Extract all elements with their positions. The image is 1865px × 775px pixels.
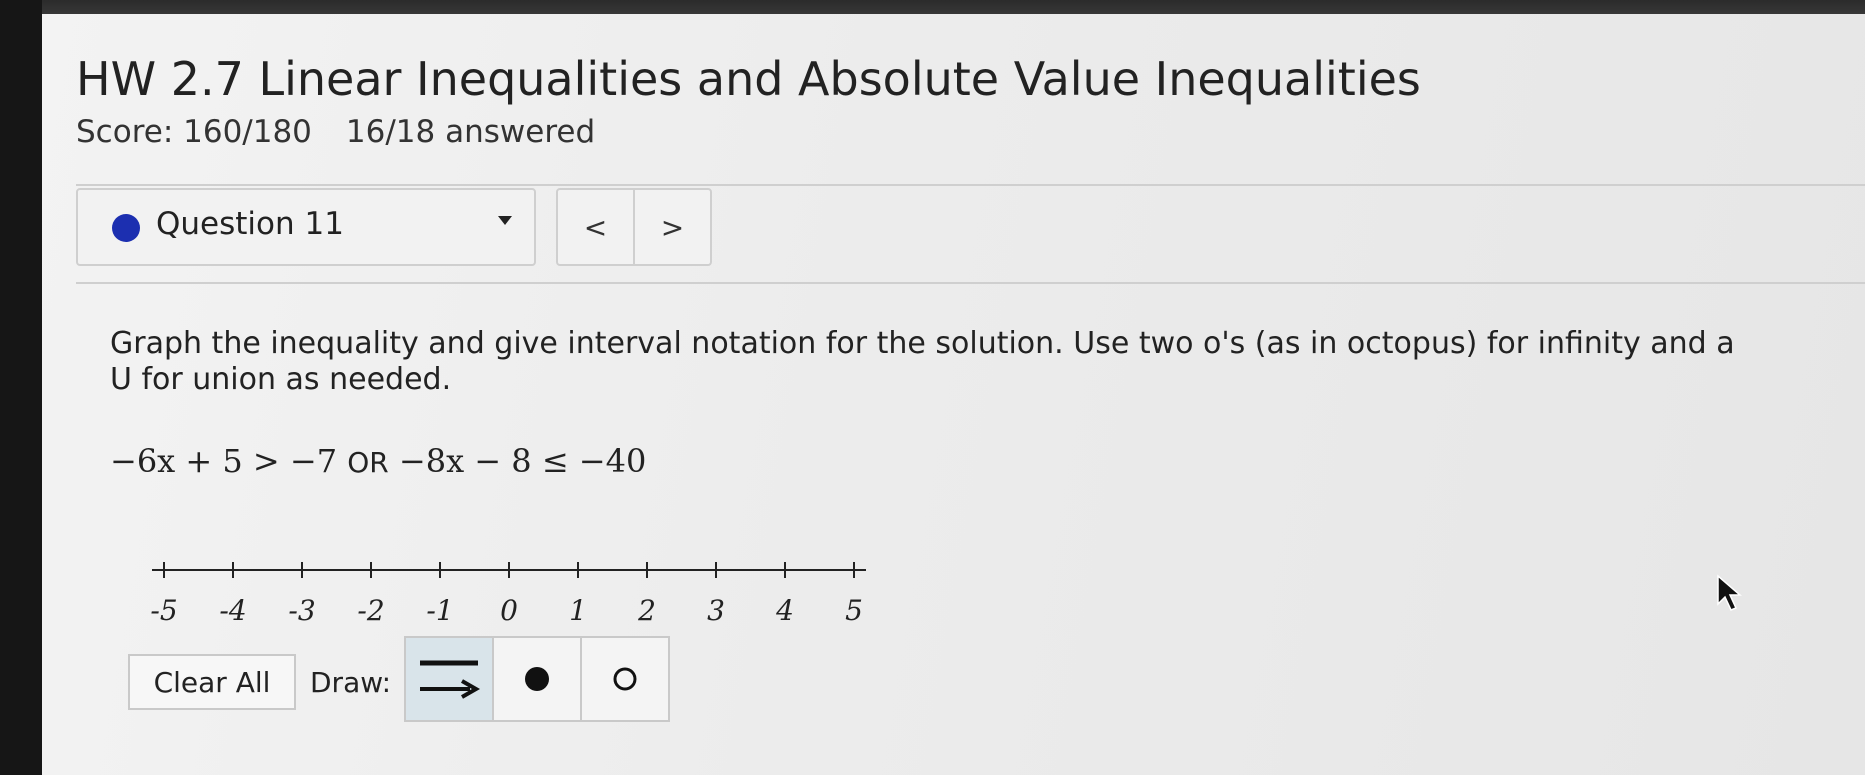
number-line-tick-label: 2: [637, 594, 656, 627]
open-dot-icon: [613, 667, 637, 691]
question-nav: < >: [556, 188, 712, 266]
inequality-expression: −6x + 5 > −7 OR −8x − 8 ≤ −40: [110, 442, 646, 480]
number-line-tick-label: 5: [845, 594, 863, 627]
inequality-connector: OR: [347, 446, 389, 479]
number-line-tick-label: 1: [569, 594, 587, 627]
question-prompt: Graph the inequality and give interval n…: [110, 326, 1735, 397]
divider: [76, 184, 1865, 186]
number-line-graph[interactable]: -5 -4 -3 -2 -1 0 1 2 3 4 5: [102, 550, 894, 630]
inequality-left: −6x + 5 > −7: [110, 442, 338, 480]
closed-dot-tool-button[interactable]: [492, 638, 580, 720]
number-line-tick-label: 4: [775, 594, 794, 627]
open-dot-tool-button[interactable]: [580, 638, 668, 720]
draw-tool-group: [404, 636, 670, 722]
number-line-tick-label: -5: [150, 594, 177, 627]
divider: [76, 282, 1865, 284]
answered-count: 16/18 answered: [345, 114, 596, 150]
assignment-page: HW 2.7 Linear Inequalities and Absolute …: [42, 14, 1865, 775]
clear-all-button[interactable]: Clear All: [128, 654, 296, 710]
inequality-right: −8x − 8 ≤ −40: [398, 442, 647, 480]
ray-tool-button[interactable]: [406, 638, 492, 720]
prev-question-button[interactable]: <: [558, 190, 633, 264]
score-text: Score: 160/180: [76, 114, 312, 150]
number-line-ticks: -5 -4 -3 -2 -1 0 1 2 3 4 5: [150, 562, 863, 627]
closed-dot-icon: [525, 667, 549, 691]
page-title: HW 2.7 Linear Inequalities and Absolute …: [76, 52, 1421, 106]
number-line-tick-label: -1: [426, 594, 453, 627]
draw-label: Draw:: [310, 666, 392, 699]
ray-arrow-icon: [420, 660, 481, 699]
question-select[interactable]: Question 11: [76, 188, 536, 266]
next-question-button[interactable]: >: [633, 190, 710, 264]
number-line-tick-label: 0: [500, 594, 518, 627]
number-line-tick-label: -2: [357, 594, 384, 627]
number-line-tick-label: -3: [288, 594, 315, 627]
number-line-tick-label: -4: [219, 594, 246, 627]
question-select-label: Question 11: [156, 206, 344, 242]
score-row: Score: 160/180 16/18 answered: [76, 114, 595, 150]
number-line-tick-label: 3: [707, 594, 725, 627]
question-status-dot: [112, 214, 140, 242]
mouse-cursor-icon: [1717, 574, 1743, 611]
caret-down-icon: [498, 216, 512, 225]
